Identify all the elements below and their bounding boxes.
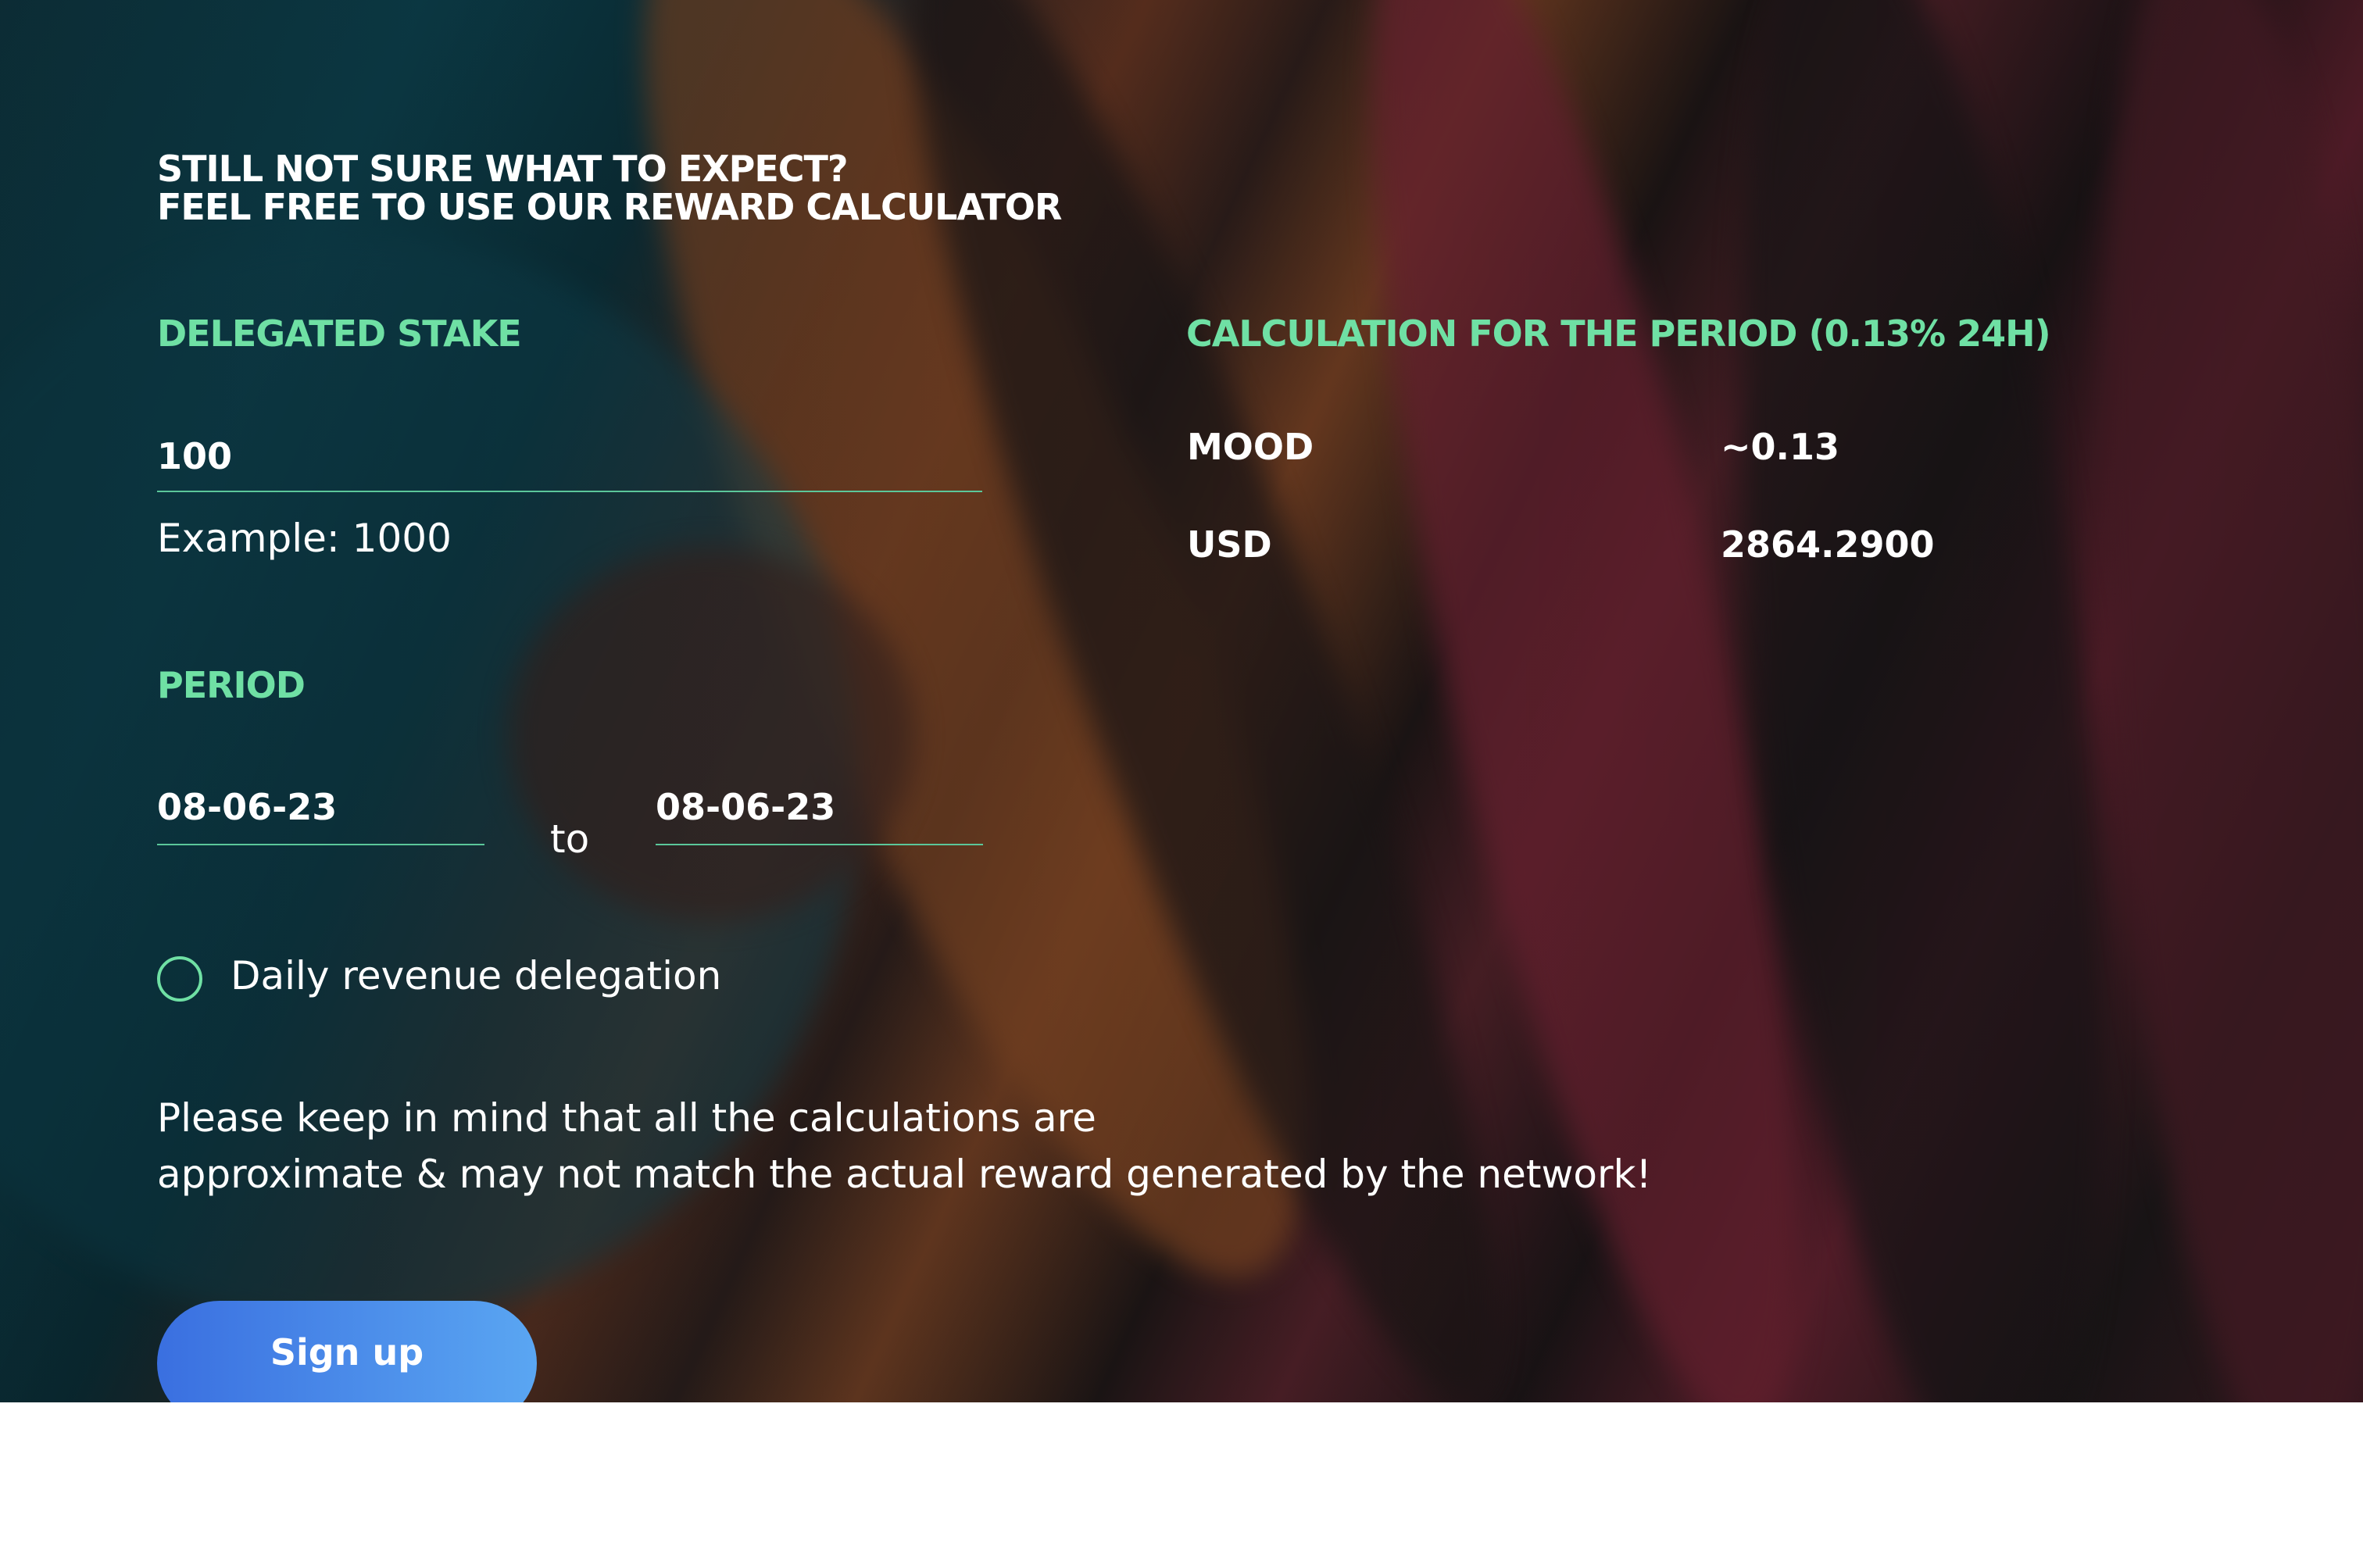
period-to-separator: to: [550, 816, 590, 862]
daily-delegation-radio[interactable]: [157, 956, 202, 1002]
heading-line-2: FEEL FREE TO USE OUR REWARD CALCULATOR: [157, 186, 1062, 228]
calculation-title: CALCULATION FOR THE PERIOD (0.13% 24H): [1186, 313, 2051, 355]
result-value-usd: 2864.2900: [1721, 523, 1935, 566]
heading-line-1: STILL NOT SURE WHAT TO EXPECT?: [157, 148, 849, 190]
disclaimer-line-1: Please keep in mind that all the calcula…: [157, 1095, 1096, 1141]
page-footer-blank: [0, 1402, 2363, 1568]
delegated-stake-input[interactable]: [157, 422, 982, 492]
result-value-mood: ~0.13: [1721, 426, 1840, 468]
period-start-date-input[interactable]: [157, 770, 484, 845]
result-key-usd: USD: [1187, 523, 1272, 566]
result-key-mood: MOOD: [1187, 426, 1314, 468]
daily-delegation-label[interactable]: Daily revenue delegation: [231, 953, 721, 998]
stake-example-hint: Example: 1000: [157, 516, 452, 561]
calculator-heading: STILL NOT SURE WHAT TO EXPECT? FEEL FREE…: [157, 148, 1062, 228]
period-label: PERIOD: [157, 664, 306, 706]
period-end-date-input[interactable]: [656, 770, 983, 845]
disclaimer-line-2: approximate & may not match the actual r…: [157, 1152, 1652, 1197]
disclaimer-note: Please keep in mind that all the calcula…: [157, 1090, 1652, 1202]
delegated-stake-label: DELEGATED STAKE: [157, 313, 522, 355]
reward-calculator: STILL NOT SURE WHAT TO EXPECT? FEEL FREE…: [0, 0, 2363, 1426]
